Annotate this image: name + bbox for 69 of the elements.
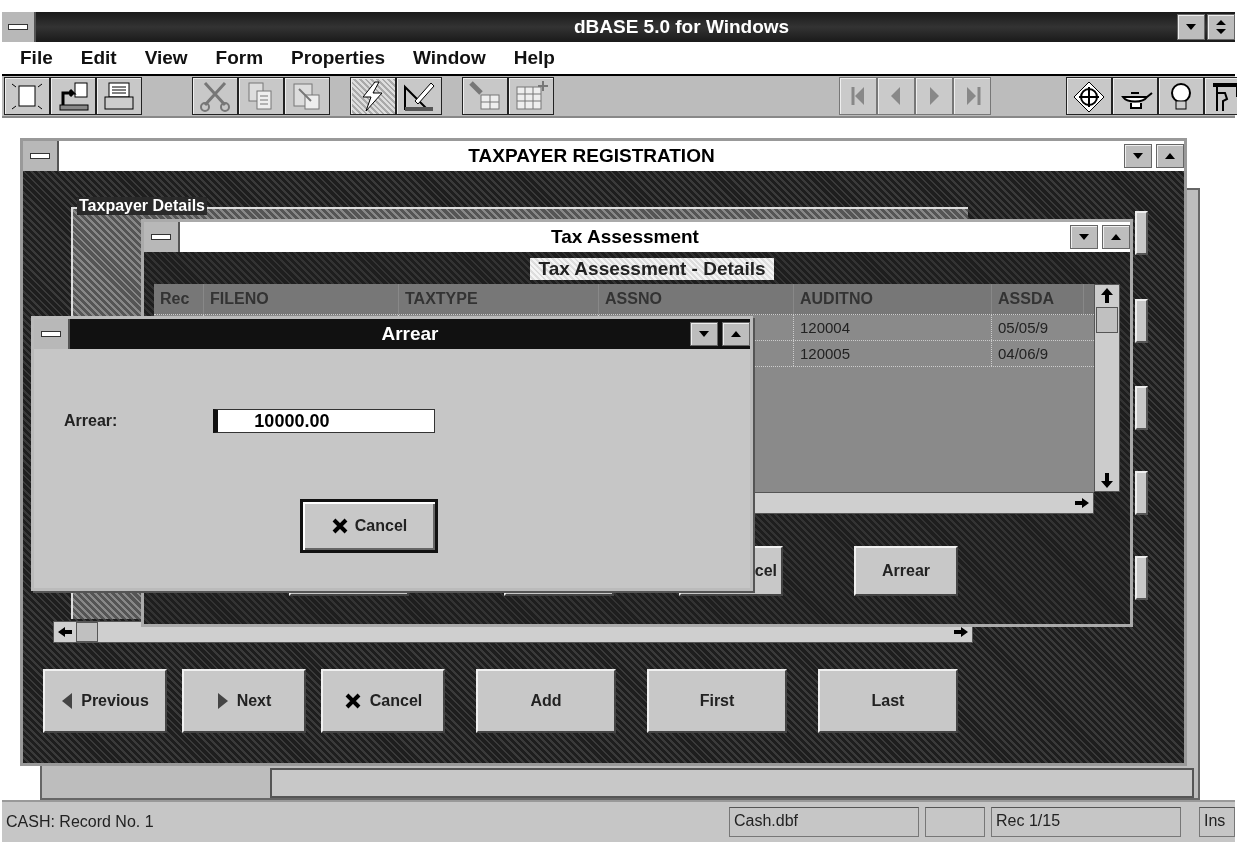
blank-button[interactable] [1135,299,1148,343]
x-icon [343,692,362,710]
scroll-thumb[interactable] [76,622,98,642]
window-title: Arrear [380,323,440,345]
menu-item[interactable]: File [20,47,53,69]
table-cell-text: 04/06/9 [997,344,1050,364]
compass-icon[interactable] [1071,79,1107,113]
maximize-button[interactable] [722,322,750,346]
system-menu-button[interactable] [2,12,36,42]
system-menu-button[interactable] [144,222,180,252]
system-menu-button[interactable] [34,319,70,349]
table-cell-text: 05/05/9 [997,318,1050,338]
x-icon [330,517,349,535]
nav-button[interactable]: Previous [43,669,167,733]
field-label: Arrear: [64,412,118,430]
nav-button[interactable]: Last [818,669,958,733]
vertical-scrollbar[interactable] [1094,284,1120,492]
nav-button[interactable]: Next [182,669,306,733]
scissors-icon[interactable] [197,79,233,113]
window-title: Tax Assessment [550,226,700,248]
menu-item[interactable]: View [144,47,188,69]
status-pane: Cash.dbf [729,807,919,837]
form-heading: Tax Assessment - Details [530,258,774,280]
system-menu-button[interactable] [23,141,59,171]
status-pane [925,807,985,837]
maximize-button[interactable] [1156,144,1184,168]
input-field[interactable]: 10000.00 [213,409,436,433]
nav-button[interactable]: Add [476,669,616,733]
printer-icon[interactable] [101,79,137,113]
blank-button[interactable] [1135,471,1148,515]
nav-button[interactable]: First [647,669,787,733]
down-arrow-icon [1078,233,1090,241]
blank-button[interactable] [1135,211,1148,255]
table-cell: 120004 [794,315,992,340]
menu-item[interactable]: Form [215,47,264,69]
status-pane: Rec 1/15 [991,807,1181,837]
window-title: dBASE 5.0 for Windows [572,16,791,38]
restore-button[interactable] [1207,14,1235,40]
menu-item[interactable]: Help [513,47,555,69]
down-arrow-icon [1132,152,1144,160]
group-label: Taxpayer Details [77,197,207,215]
down-arrow-icon [1185,23,1197,31]
status-message: CASH: Record No. 1 [5,813,155,831]
window-title: TAXPAYER REGISTRATION [467,145,716,167]
minimize-button[interactable] [1124,144,1152,168]
up-arrow-icon [730,330,742,338]
minimize-button[interactable] [690,322,718,346]
cancel-button[interactable]: Cancel [300,499,438,553]
up-arrow-icon [1110,233,1122,241]
right-triangle-icon [216,692,229,710]
cancel-button[interactable]: Cancel [321,669,445,733]
menu-item[interactable]: Edit [80,47,117,69]
menu-item[interactable]: Window [413,47,486,69]
grid-plus-icon[interactable] [513,79,549,113]
scroll-thumb[interactable] [1096,307,1118,333]
flashlight-table-icon[interactable] [467,79,503,113]
up-arrow-icon [1164,152,1176,160]
form-button[interactable]: Arrear [854,546,958,596]
minimize-button[interactable] [1177,14,1205,40]
blank-button[interactable] [1135,386,1148,430]
down-arrow-icon [698,330,710,338]
maximize-button[interactable] [1102,225,1130,249]
menu-item[interactable]: Properties [291,47,386,69]
status-pane: Ins [1199,807,1235,837]
left-triangle-icon [61,692,74,710]
table-cell: 120005 [794,341,992,366]
blank-button[interactable] [1135,556,1148,600]
restore-arrows-icon [1215,19,1227,35]
minimize-button[interactable] [1070,225,1098,249]
